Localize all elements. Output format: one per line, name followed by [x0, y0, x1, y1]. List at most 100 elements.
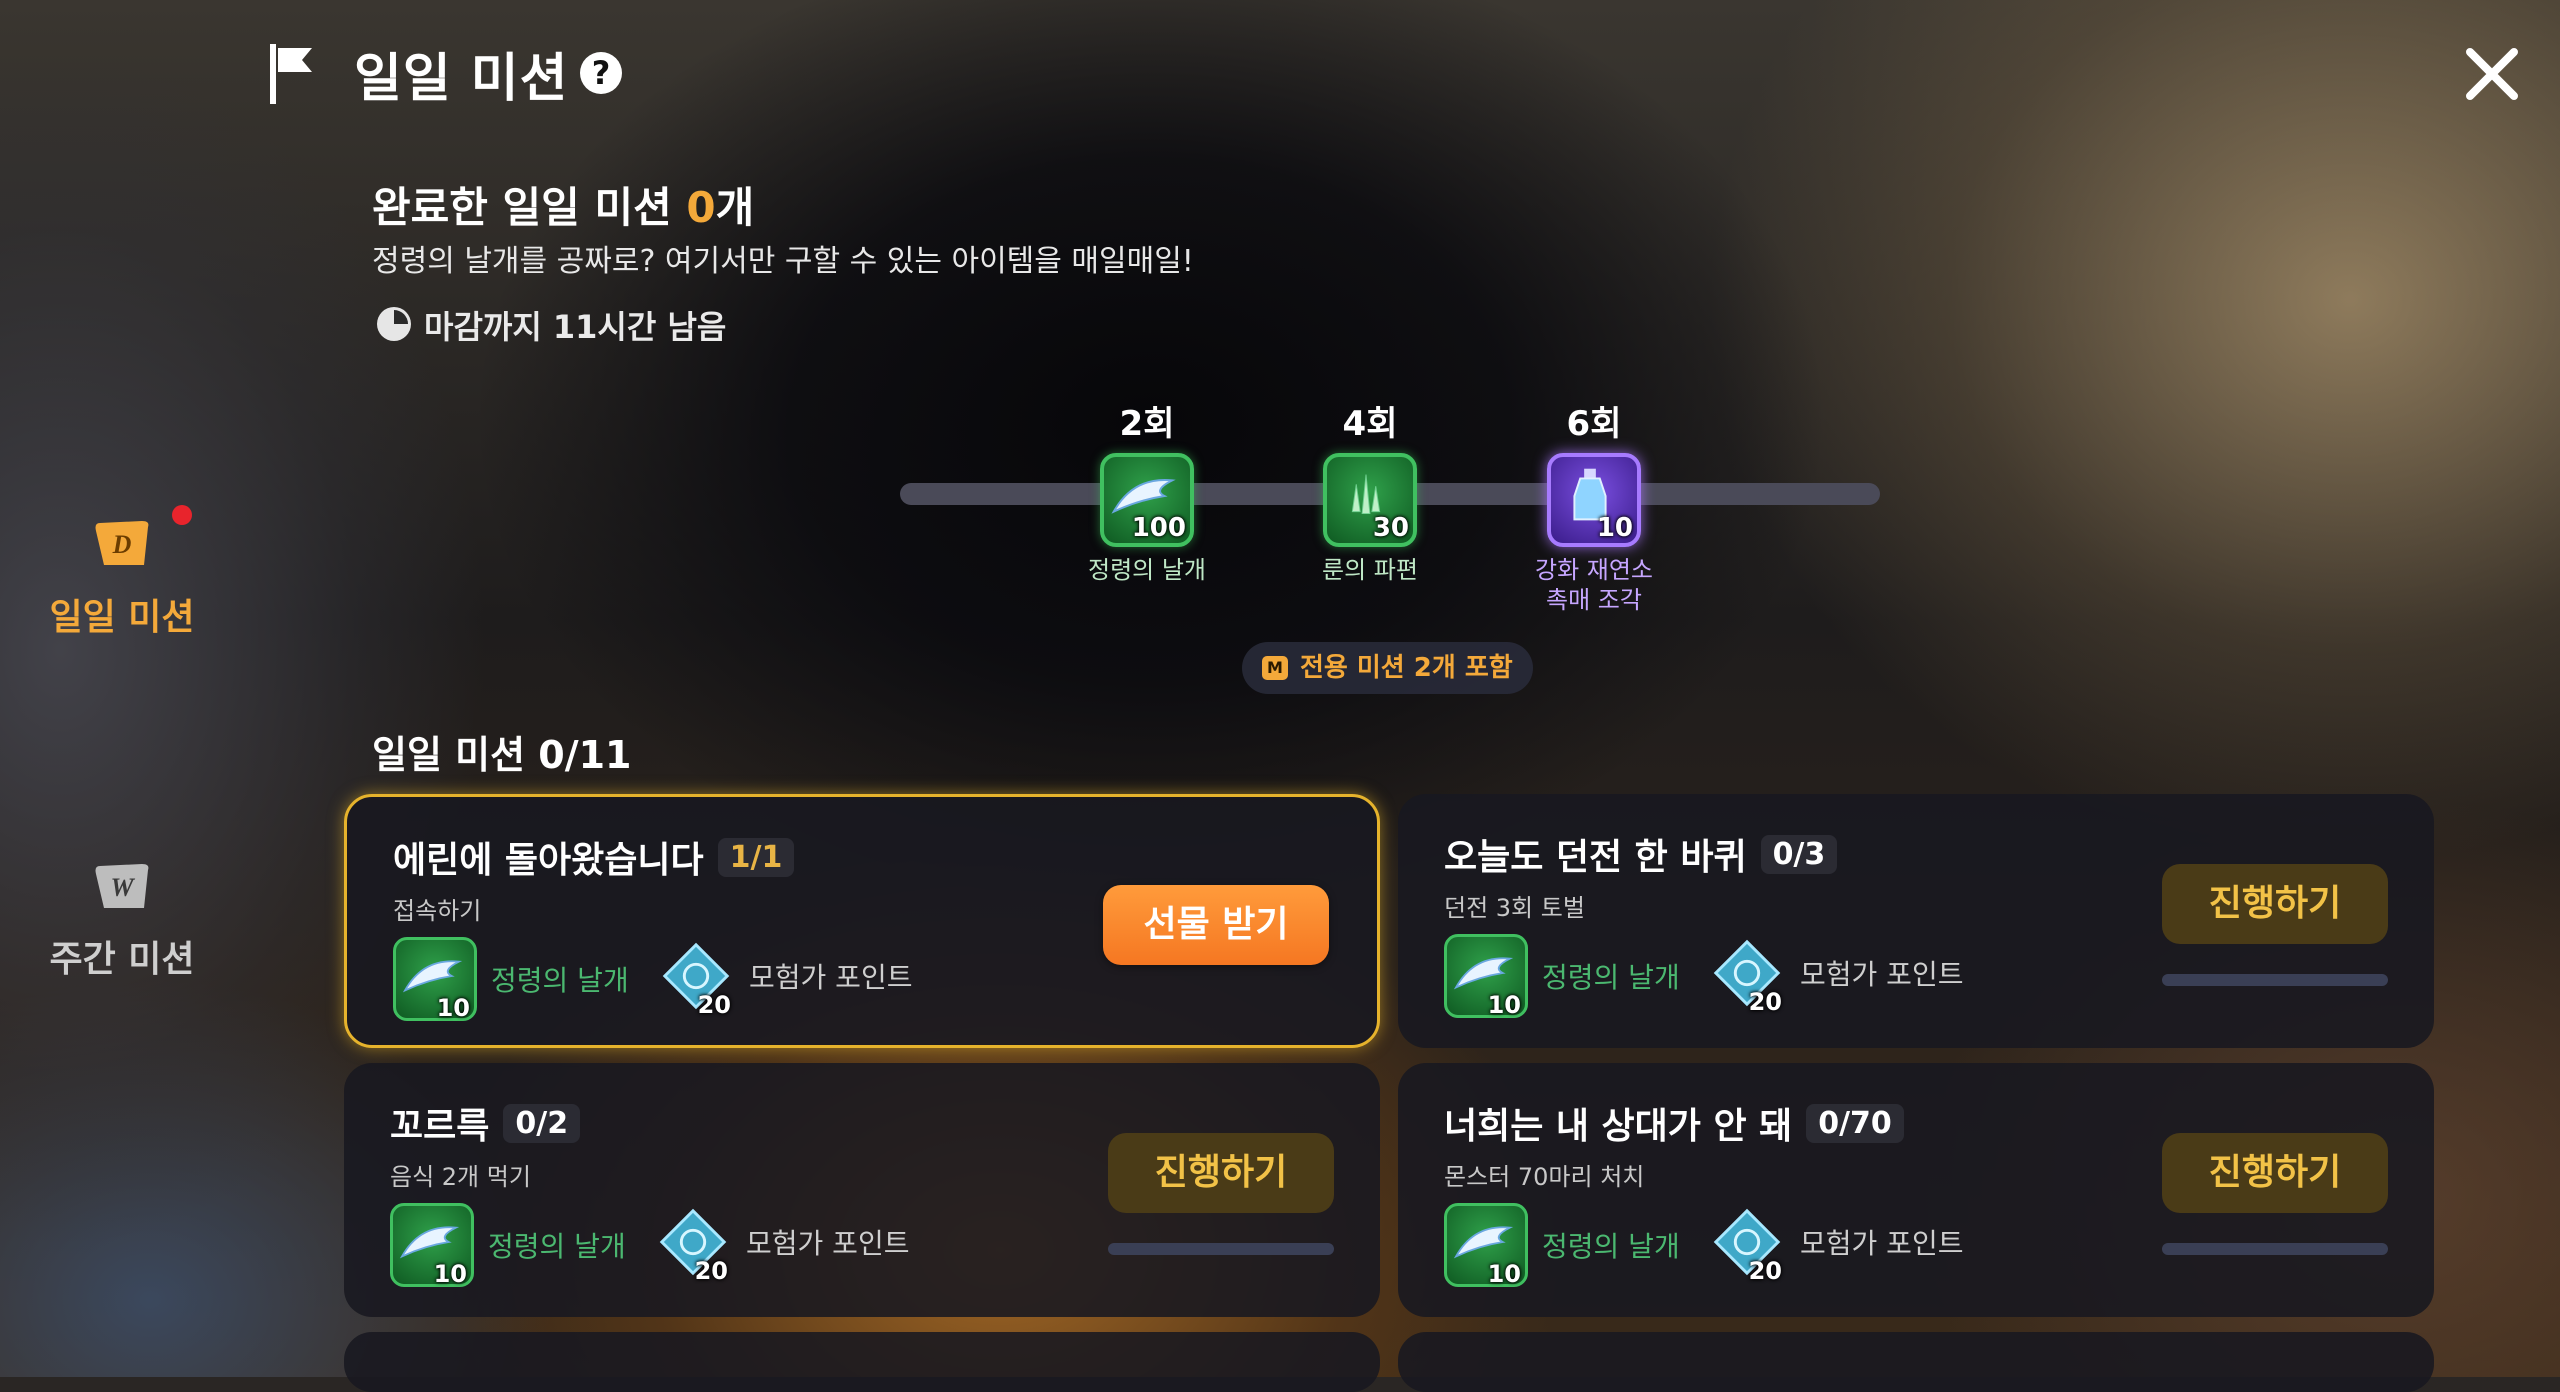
- mission-card: 너희는 내 상대가 안 돼 0/70 몬스터 70마리 처치 10 정령의 날개…: [1398, 1063, 2434, 1317]
- mission-title-row: 너희는 내 상대가 안 돼 0/70: [1444, 1097, 1904, 1149]
- reward-adventurer-point: 20 모험가 포인트: [1708, 934, 1964, 1016]
- reward-qty: 10: [436, 994, 470, 1022]
- spirit-wing-icon: 10: [390, 1203, 474, 1288]
- reward-qty: 10: [433, 1260, 467, 1288]
- catalyst-potion-icon: 10: [1547, 453, 1641, 547]
- proceed-button[interactable]: 진행하기: [2162, 864, 2388, 944]
- mission-card-partial: [1398, 1332, 2434, 1392]
- reward-label: 모험가 포인트: [1800, 958, 1964, 991]
- mission-progress-bar: [2162, 974, 2388, 986]
- reward-spirit-wing: 10 정령의 날개: [1444, 934, 1680, 1019]
- mission-card: 꼬르륵 0/2 음식 2개 먹기 10 정령의 날개 20 모험가 포인트 진행…: [344, 1063, 1380, 1317]
- mission-title-row: 꼬르륵 0/2: [390, 1097, 581, 1149]
- adventurer-point-icon: 20: [1708, 934, 1786, 1016]
- reward-qty: 10: [1487, 991, 1521, 1019]
- reward-adventurer-point: 20 모험가 포인트: [1708, 1203, 1964, 1285]
- reward-spirit-wing: 10 정령의 날개: [1444, 1203, 1680, 1288]
- mission-progress-bar: [2162, 1243, 2388, 1255]
- spirit-wing-icon: 10: [1444, 1203, 1528, 1288]
- reward-label: 모험가 포인트: [1800, 1227, 1964, 1260]
- reward-adventurer-point: 20 모험가 포인트: [657, 937, 913, 1019]
- mission-title-row: 오늘도 던전 한 바퀴 0/3: [1444, 828, 1838, 880]
- adventurer-point-icon: 20: [654, 1203, 732, 1285]
- mission-card: 에린에 돌아왔습니다 1/1 접속하기 10 정령의 날개 20 모험가 포인트…: [344, 794, 1380, 1048]
- mission-title: 꼬르륵: [390, 1106, 490, 1147]
- mission-title: 에린에 돌아왔습니다: [393, 840, 704, 881]
- sidebar-item-label-daily: 일일 미션: [49, 597, 195, 638]
- mission-progress: 0/3: [1760, 834, 1838, 874]
- reward-qty: 10: [1487, 1260, 1521, 1288]
- reward-label: 모험가 포인트: [746, 1227, 910, 1260]
- mission-title: 오늘도 던전 한 바퀴: [1444, 837, 1747, 878]
- spirit-wing-icon: 10: [393, 937, 477, 1022]
- completed-count: 0: [686, 183, 716, 232]
- milestone-count: 2회: [1119, 404, 1175, 444]
- weekly-scroll-icon: W: [95, 864, 149, 908]
- title-prefix: 완료한 일일 미션: [372, 183, 687, 232]
- exclusive-missions-text: 전용 미션 2개 포함: [1300, 653, 1513, 683]
- mission-progress: 0/70: [1806, 1103, 1904, 1143]
- reward-label: 정령의 날개: [491, 964, 629, 997]
- spirit-wing-icon: 100: [1100, 453, 1194, 547]
- reward-label: 모험가 포인트: [749, 961, 913, 994]
- mission-subtitle: 음식 2개 먹기: [390, 1163, 531, 1191]
- adventurer-point-icon: 20: [1708, 1203, 1786, 1285]
- proceed-button[interactable]: 진행하기: [1108, 1133, 1334, 1213]
- reward-qty: 20: [1748, 988, 1782, 1016]
- flag-icon: [270, 44, 312, 104]
- mission-title-row: 에린에 돌아왔습니다 1/1: [393, 831, 795, 883]
- rune-shard-icon: 30: [1323, 453, 1417, 547]
- milestone-4[interactable]: 4회 30 룬의 파편: [1260, 396, 1480, 585]
- exclusive-missions-pill: M 전용 미션 2개 포함: [1242, 642, 1533, 694]
- mission-subtitle: 던전 3회 토벌: [1444, 894, 1585, 922]
- reward-label: 정령의 날개: [1542, 1230, 1680, 1263]
- mission-progress: 0/2: [503, 1103, 581, 1143]
- page-title: 일일 미션: [354, 49, 569, 109]
- milestone-count: 4회: [1342, 404, 1398, 444]
- milestone-label-line2: 촉매 조각: [1546, 586, 1642, 614]
- deadline-text: 마감까지 11시간 남음: [424, 308, 727, 346]
- clock-icon: [377, 307, 411, 341]
- mission-progress: 1/1: [717, 837, 795, 877]
- notification-dot: [172, 505, 192, 525]
- reward-spirit-wing: 10 정령의 날개: [393, 937, 629, 1022]
- milestone-qty: 100: [1131, 513, 1186, 543]
- completed-count-title: 완료한 일일 미션 0개: [372, 174, 754, 235]
- mission-card-partial: [344, 1332, 1380, 1392]
- milestone-count: 6회: [1566, 404, 1622, 444]
- milestone-6[interactable]: 6회 10 강화 재연소 촉매 조각: [1484, 396, 1704, 615]
- reward-qty: 20: [1748, 1257, 1782, 1285]
- mission-subtitle: 접속하기: [393, 897, 482, 925]
- daily-scroll-icon: D: [95, 521, 149, 565]
- milestone-qty: 30: [1372, 513, 1409, 543]
- claim-reward-button[interactable]: 선물 받기: [1103, 885, 1329, 965]
- milestone-2[interactable]: 2회 100 정령의 날개: [1037, 396, 1257, 585]
- mission-subtitle: 몬스터 70마리 처치: [1444, 1163, 1645, 1191]
- proceed-button[interactable]: 진행하기: [2162, 1133, 2388, 1213]
- title-suffix: 개: [715, 183, 755, 232]
- m-badge-icon: M: [1262, 656, 1288, 680]
- reward-spirit-wing: 10 정령의 날개: [390, 1203, 626, 1288]
- milestone-label: 정령의 날개: [1087, 556, 1207, 584]
- mission-progress-bar: [1108, 1243, 1334, 1255]
- reward-qty: 20: [694, 1257, 728, 1285]
- spirit-wing-icon: 10: [1444, 934, 1528, 1019]
- svg-text:W: W: [110, 873, 135, 902]
- reward-label: 정령의 날개: [488, 1230, 626, 1263]
- svg-text:D: D: [112, 530, 132, 559]
- adventurer-point-icon: 20: [657, 937, 735, 1019]
- section-title: 일일 미션 0/11: [372, 733, 632, 777]
- mission-title: 너희는 내 상대가 안 돼: [1444, 1106, 1793, 1147]
- reward-qty: 20: [697, 991, 731, 1019]
- milestone-label: 강화 재연소 촉매 조각: [1484, 555, 1704, 615]
- reward-label: 정령의 날개: [1542, 961, 1680, 994]
- milestone-qty: 10: [1596, 513, 1633, 543]
- help-icon[interactable]: ?: [580, 52, 622, 94]
- mission-card: 오늘도 던전 한 바퀴 0/3 던전 3회 토벌 10 정령의 날개 20 모험…: [1398, 794, 2434, 1048]
- close-icon[interactable]: [2460, 42, 2524, 106]
- milestone-label-line1: 강화 재연소: [1534, 556, 1654, 584]
- sidebar-item-label-weekly: 주간 미션: [49, 939, 195, 980]
- milestone-label: 룬의 파편: [1322, 556, 1418, 584]
- reward-adventurer-point: 20 모험가 포인트: [654, 1203, 910, 1285]
- summary-description: 정령의 날개를 공짜로? 여기서만 구할 수 있는 아이템을 매일매일!: [372, 244, 1194, 279]
